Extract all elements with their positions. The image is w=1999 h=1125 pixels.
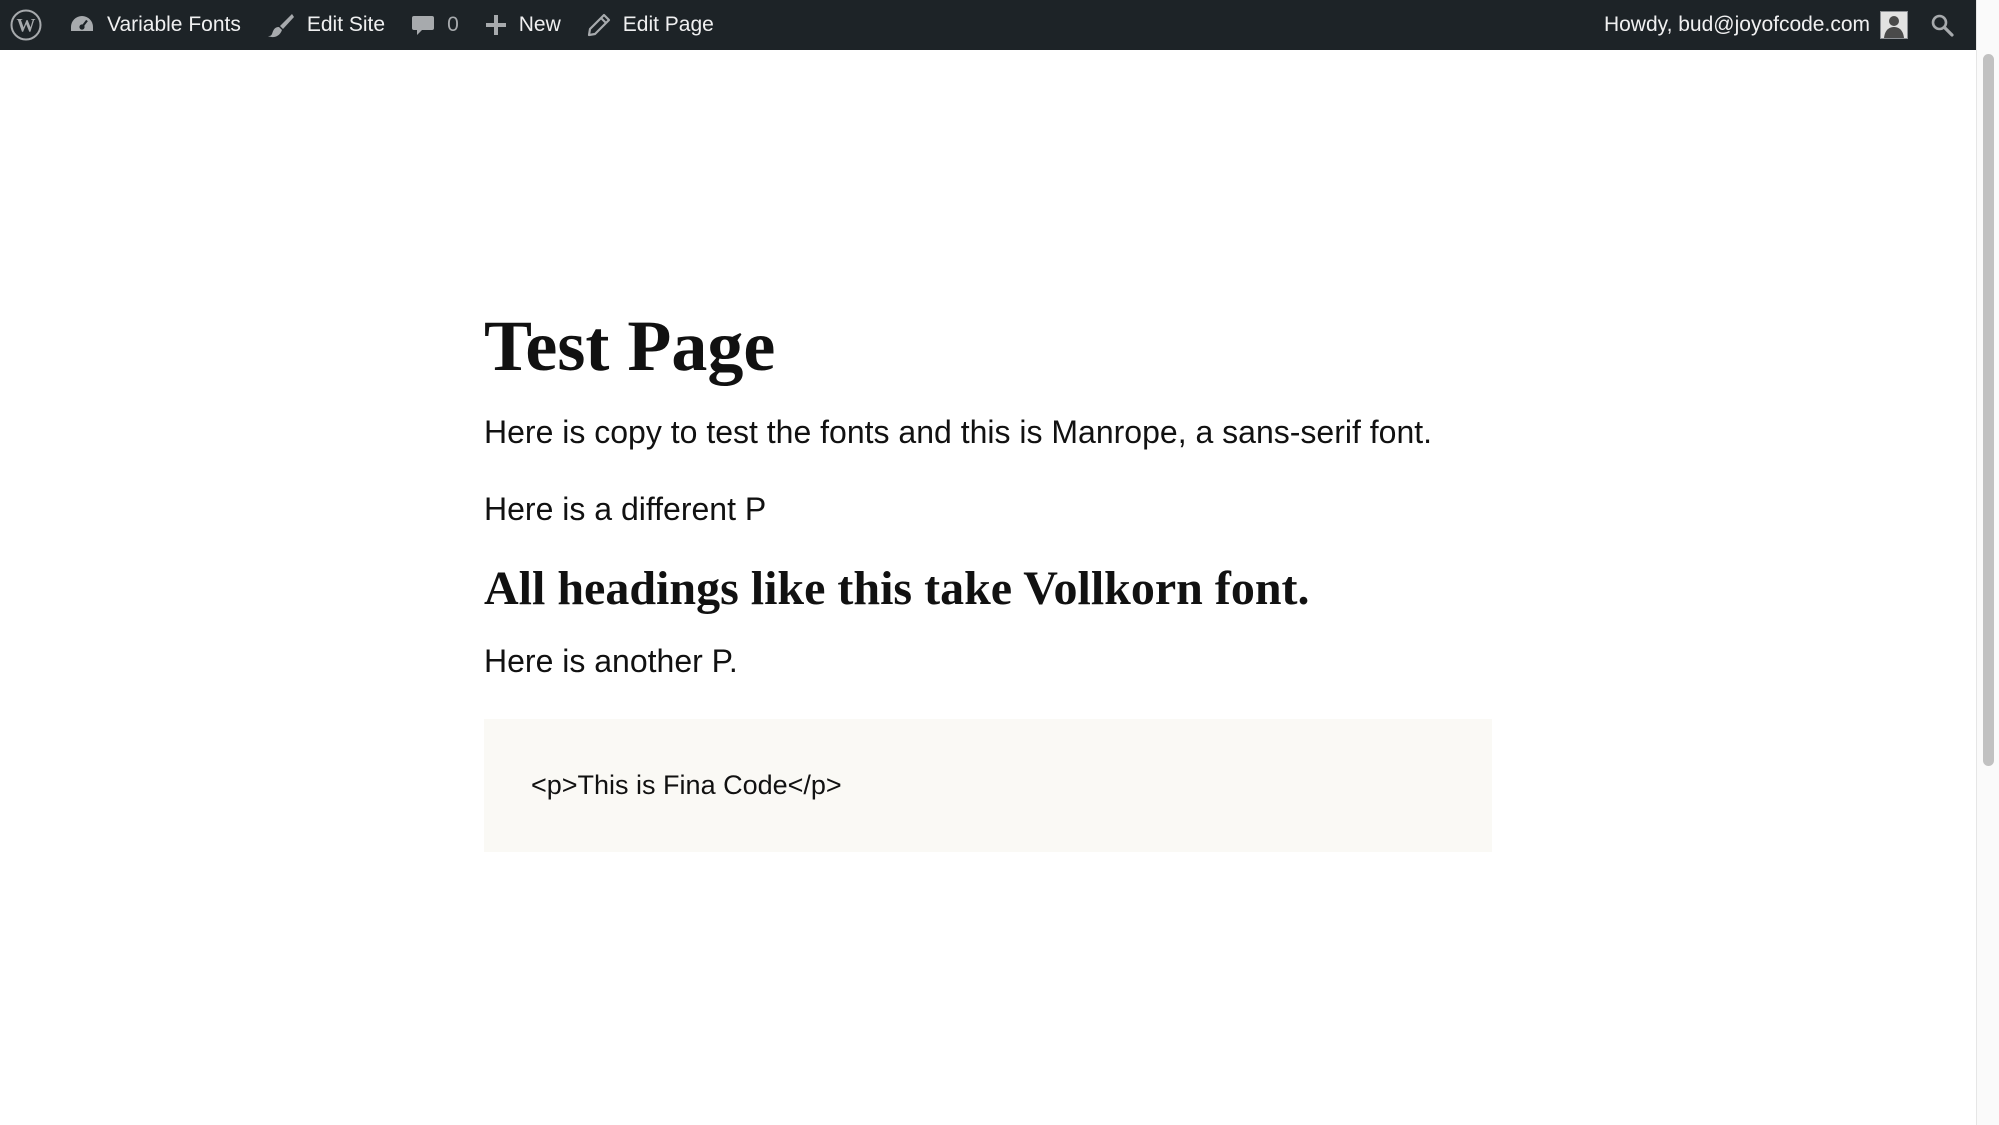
dashboard-icon xyxy=(69,14,95,36)
wordpress-menu[interactable]: W xyxy=(0,0,56,50)
edit-page-menu[interactable]: Edit Page xyxy=(574,0,727,50)
site-name-label: Variable Fonts xyxy=(107,13,241,36)
admin-bar-right: Howdy, bud@joyofcode.com xyxy=(1591,0,1976,50)
avatar xyxy=(1880,11,1908,39)
plus-icon xyxy=(485,14,507,36)
new-label: New xyxy=(518,13,561,36)
comment-icon xyxy=(411,13,435,37)
admin-bar-left: W Variable Fonts Edit Site 0 New Edit Pa… xyxy=(0,0,727,50)
comments-count: 0 xyxy=(447,13,459,36)
code-block: <p>This is Fina Code</p> xyxy=(484,719,1492,852)
heading-vollkorn: All headings like this take Vollkorn fon… xyxy=(484,562,1310,615)
edit-site-label: Edit Site xyxy=(306,13,386,36)
brush-icon xyxy=(267,12,295,38)
howdy-label: Howdy, bud@joyofcode.com xyxy=(1603,13,1870,36)
admin-bar: W Variable Fonts Edit Site 0 New Edit Pa… xyxy=(0,0,1976,50)
edit-site-menu[interactable]: Edit Site xyxy=(254,0,398,50)
page-title: Test Page xyxy=(484,306,776,386)
my-account-menu[interactable]: Howdy, bud@joyofcode.com xyxy=(1591,0,1916,50)
search-menu[interactable] xyxy=(1916,0,1964,50)
search-icon xyxy=(1930,13,1954,37)
wordpress-logo-icon: W xyxy=(10,9,42,41)
code-text: <p>This is Fina Code</p> xyxy=(531,770,842,800)
page-scrollbar[interactable] xyxy=(1976,0,1999,1125)
paragraph-another: Here is another P. xyxy=(484,643,738,679)
paragraph-different: Here is a different P xyxy=(484,491,767,527)
site-name-menu[interactable]: Variable Fonts xyxy=(56,0,254,50)
svg-text:W: W xyxy=(17,16,36,37)
new-content-menu[interactable]: New xyxy=(472,0,574,50)
edit-page-label: Edit Page xyxy=(622,13,714,36)
pencil-icon xyxy=(587,13,611,37)
comments-menu[interactable]: 0 xyxy=(398,0,472,50)
scrollbar-thumb[interactable] xyxy=(1983,54,1994,766)
paragraph-manrope: Here is copy to test the fonts and this … xyxy=(484,414,1433,450)
page-content: Test Page Here is copy to test the fonts… xyxy=(484,300,1492,852)
